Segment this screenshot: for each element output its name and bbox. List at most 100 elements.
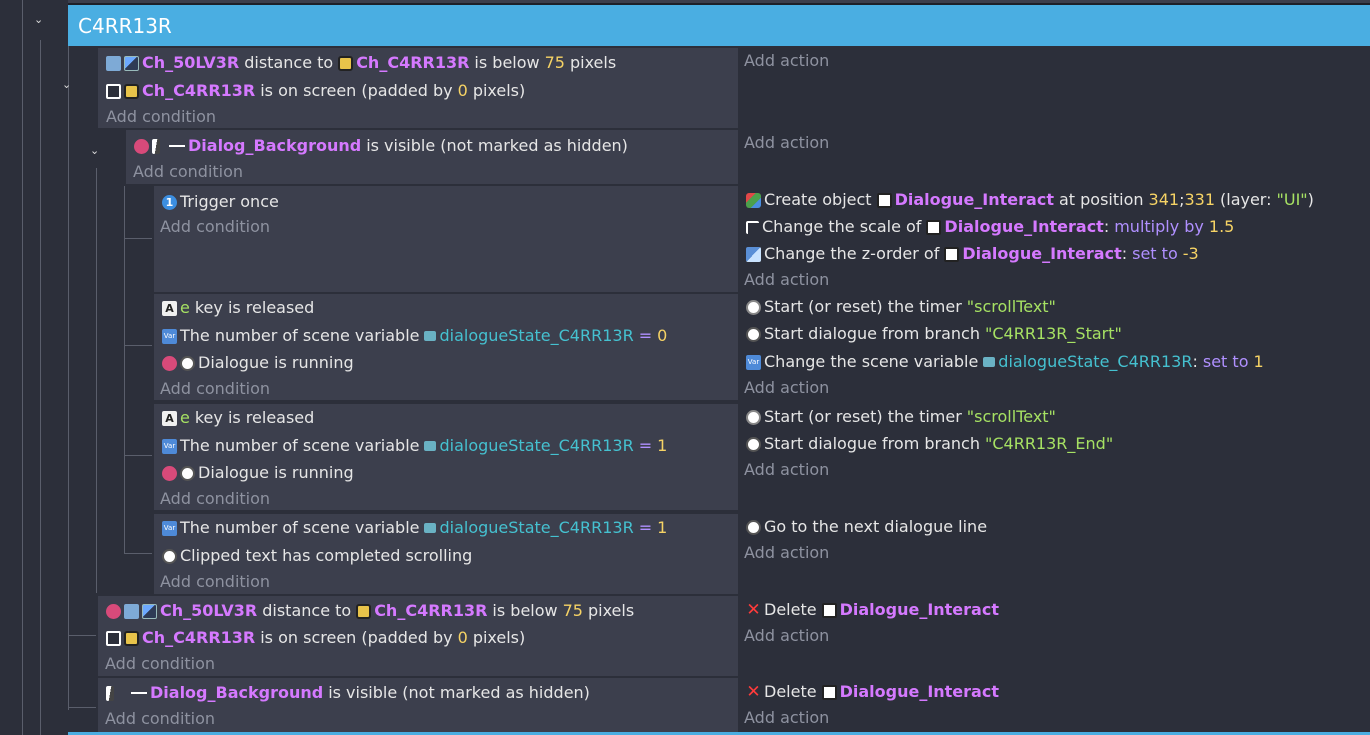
event-6-action-next-line[interactable]: Go to the next dialogue line: [746, 515, 987, 539]
event-4-action-change-variable[interactable]: Var Change the scene variable dialogueSt…: [746, 350, 1264, 374]
delete-icon: ✕: [746, 599, 761, 620]
event-5-action-start-dialogue[interactable]: Start dialogue from branch "C4RR13R_End": [746, 432, 1113, 456]
operator: set to: [1132, 244, 1178, 263]
variable-name: dialogueState_C4RR13R: [439, 326, 634, 345]
sprite-icon: [152, 138, 160, 154]
add-action-button[interactable]: Add action: [744, 541, 829, 565]
text-object-icon: [821, 684, 837, 700]
sprite-icon: [106, 685, 114, 701]
add-condition-button[interactable]: Add condition: [160, 215, 270, 239]
dialogue-extension-icon: [134, 138, 149, 154]
action-text: Change the scene variable: [764, 352, 979, 371]
event-1-condition-onscreen[interactable]: Ch_C4RR13R is on screen (padded by 0 pix…: [106, 79, 525, 103]
add-action-button[interactable]: Add action: [744, 268, 829, 292]
group-title[interactable]: C4RR13R: [78, 13, 172, 39]
dialogue-tree-icon: [746, 326, 761, 342]
add-condition-button[interactable]: Add condition: [133, 160, 243, 184]
variable-icon: Var: [162, 520, 177, 536]
operator: =: [638, 326, 653, 345]
number-value: 1: [657, 436, 668, 455]
condition-text: pixels): [472, 81, 526, 100]
event-4-condition-variable[interactable]: Var The number of scene variable dialogu…: [162, 324, 667, 348]
string-value: "scrollText": [966, 297, 1056, 316]
event-5-condition-variable[interactable]: Var The number of scene variable dialogu…: [162, 434, 667, 458]
variable-icon: Var: [162, 438, 177, 454]
screen-icon: [106, 83, 121, 99]
condition-text: The number of scene variable: [180, 326, 420, 345]
group-header[interactable]: [68, 5, 1370, 46]
object-name: Dialog_Background: [150, 683, 324, 702]
text-object-icon: [876, 192, 892, 208]
object-name: Ch_C4RR13R: [142, 81, 256, 100]
collapse-event-chevron-icon[interactable]: ⌄: [62, 79, 74, 91]
event-5-condition-key[interactable]: A e key is released: [162, 406, 314, 430]
action-text: Go to the next dialogue line: [764, 517, 988, 536]
add-condition-button[interactable]: Add condition: [160, 377, 270, 401]
operator: set to: [1202, 352, 1249, 371]
add-action-button[interactable]: Add action: [744, 131, 829, 155]
event-3-action-create[interactable]: Create object Dialogue_Interact at posit…: [746, 188, 1314, 212]
add-action-button[interactable]: Add action: [744, 458, 829, 482]
add-action-button[interactable]: Add action: [744, 624, 829, 648]
event-5-condition-dialogue-running[interactable]: Dialogue is running: [162, 461, 354, 485]
add-condition-button[interactable]: Add condition: [160, 570, 270, 594]
scene-variable-icon: [424, 523, 437, 533]
event-3-action-scale[interactable]: Change the scale of Dialogue_Interact : …: [746, 215, 1234, 239]
event-5-action-timer[interactable]: Start (or reset) the timer "scrollText": [746, 405, 1056, 429]
timer-icon: [746, 299, 761, 315]
event-1-condition-distance[interactable]: Ch_50LV3R distance to Ch_C4RR13R is belo…: [106, 51, 616, 75]
condition-text: is below: [492, 601, 558, 620]
tree-line: [124, 238, 152, 239]
event-7-condition-onscreen[interactable]: Ch_C4RR13R is on screen (padded by 0 pix…: [106, 626, 525, 650]
event-4-action-start-dialogue[interactable]: Start dialogue from branch "C4RR13R_Star…: [746, 322, 1122, 346]
number-value: 1: [1253, 352, 1264, 371]
add-action-button[interactable]: Add action: [744, 376, 829, 400]
add-action-button[interactable]: Add action: [744, 49, 829, 73]
add-action-button[interactable]: Add action: [744, 706, 829, 730]
condition-text: is below: [474, 53, 540, 72]
operator: =: [638, 436, 653, 455]
event-4-condition-key[interactable]: A e key is released: [162, 296, 314, 320]
condition-text: key is released: [194, 408, 315, 427]
condition-text: Trigger once: [180, 192, 279, 211]
object-icon: [124, 55, 139, 71]
add-condition-button[interactable]: Add condition: [105, 707, 215, 731]
action-text: (layer:: [1220, 190, 1272, 209]
condition-text: pixels): [472, 628, 526, 647]
string-value: "C4RR13R_Start": [984, 324, 1122, 343]
event-7-condition-distance[interactable]: Ch_50LV3R distance to Ch_C4RR13R is belo…: [106, 599, 634, 623]
collapse-group-chevron-icon[interactable]: ⌄: [34, 14, 46, 26]
scene-variable-icon: [983, 357, 996, 367]
event-8-action-delete[interactable]: ✕ Delete Dialogue_Interact: [746, 680, 999, 704]
number-value: -3: [1182, 244, 1199, 263]
object-name: Dialogue_Interact: [839, 600, 999, 619]
condition-text: Clipped text has completed scrolling: [180, 546, 473, 565]
timer-icon: [746, 409, 761, 425]
condition-text: The number of scene variable: [180, 436, 420, 455]
object-name: Ch_C4RR13R: [142, 628, 256, 647]
dialogue-tree-icon: [746, 519, 761, 535]
event-4-condition-dialogue-running[interactable]: Dialogue is running: [162, 351, 354, 375]
number-value: 0: [657, 326, 668, 345]
add-condition-button[interactable]: Add condition: [160, 487, 270, 511]
tree-line: [124, 455, 152, 456]
event-6-condition-variable[interactable]: Var The number of scene variable dialogu…: [162, 516, 667, 540]
event-8-condition-visible[interactable]: Dialog_Background is visible (not marked…: [106, 681, 590, 705]
collapse-event-chevron-icon[interactable]: ⌄: [90, 145, 102, 157]
action-text: ): [1307, 190, 1314, 209]
object-name: Dialogue_Interact: [944, 217, 1104, 236]
add-condition-button[interactable]: Add condition: [105, 652, 215, 676]
event-4-action-timer[interactable]: Start (or reset) the timer "scrollText": [746, 295, 1056, 319]
condition-text: pixels: [569, 53, 617, 72]
event-6-condition-scrolling[interactable]: Clipped text has completed scrolling: [162, 544, 472, 568]
object-name: Ch_C4RR13R: [374, 601, 488, 620]
event-3-action-zorder[interactable]: Change the z-order of Dialogue_Interact …: [746, 242, 1199, 266]
event-2-condition-visible[interactable]: Dialog_Background is visible (not marked…: [134, 134, 628, 158]
variable-name: dialogueState_C4RR13R: [439, 436, 634, 455]
condition-text: key is released: [194, 298, 315, 317]
action-text: Start (or reset) the timer: [764, 407, 962, 426]
event-3-condition-trigger-once[interactable]: 1 Trigger once: [162, 190, 279, 214]
event-7-action-delete[interactable]: ✕ Delete Dialogue_Interact: [746, 598, 999, 622]
action-text: Start dialogue from branch: [764, 324, 980, 343]
add-condition-button[interactable]: Add condition: [106, 105, 216, 129]
